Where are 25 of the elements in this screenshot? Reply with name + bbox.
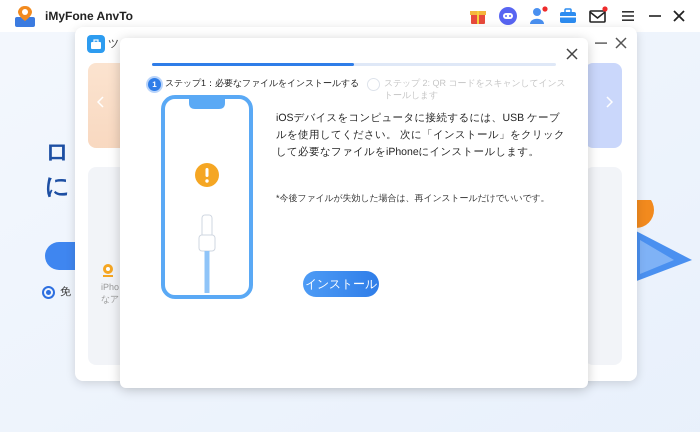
option-label: 免 [60,285,71,300]
app-title: iMyFone AnvTo [45,8,133,25]
radio-button[interactable] [42,286,55,299]
toolbox-icon[interactable] [558,6,578,26]
user-icon[interactable] [528,6,548,26]
window-title: ツ [108,37,119,52]
close-icon[interactable] [615,37,627,49]
card-text: iPho [101,281,120,293]
toolbox-icon [87,35,105,53]
mail-icon[interactable] [588,6,608,26]
chat-icon[interactable] [498,6,518,26]
location-icon [102,263,114,277]
primary-button[interactable] [45,242,75,270]
step-label: ステップ 2: QR コードをスキャンしてインストールします [384,77,566,101]
step-indicator: 1 [148,78,161,91]
heading-text: に [45,172,70,202]
app-logo-icon [14,4,36,28]
note-text: *今後ファイルが失効した場合は、再インストールだけでいいです。 [276,192,551,205]
close-icon[interactable] [566,48,578,60]
install-button[interactable]: インストール [303,271,379,297]
instructions-text: iOSデバイスをコンピュータに接続するには、USB ケーブルを使用してください。 次に「インストール」をクリックして必要なファイルをiPhoneにインストールします。 [276,111,566,160]
step-label: ステップ1：必要なファイルをインストールする [165,77,360,89]
heading-text: ロ [45,138,70,168]
close-icon[interactable] [672,9,686,23]
card-text: なア [101,293,120,305]
